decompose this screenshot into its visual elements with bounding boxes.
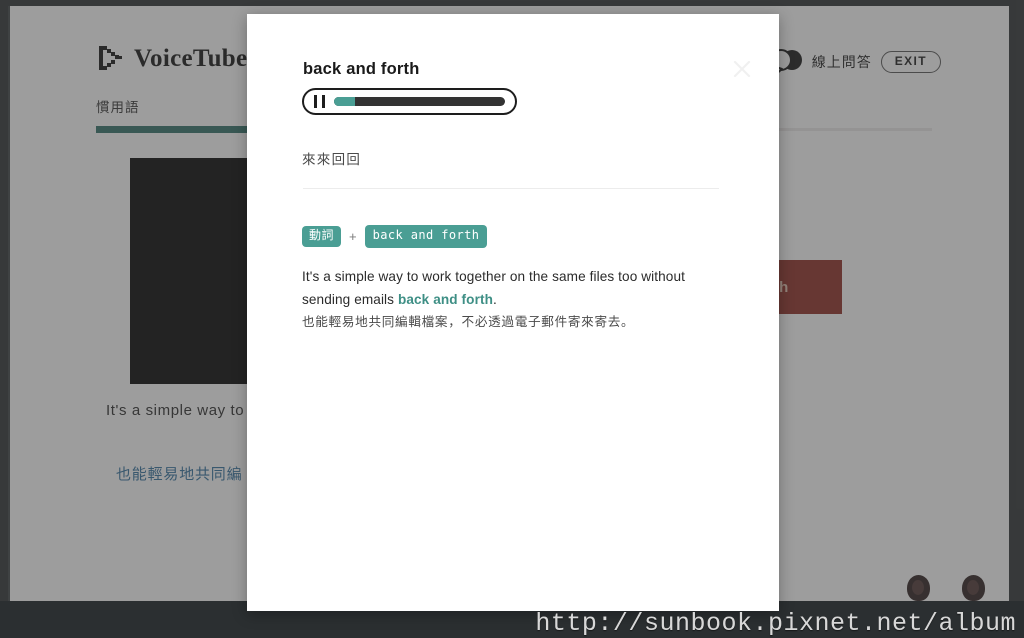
definition-chinese: 來來回回 [302,152,362,167]
tab-idioms-label: 慣用語 [96,100,140,115]
page-title: back and forth [303,60,420,78]
plus-separator: + [349,228,357,244]
header-actions: 線上問答 EXIT [769,48,941,76]
part-of-speech-badge: 動詞 [302,226,342,247]
phrase-badge: back and forth [364,225,488,248]
play-pixel-icon [99,46,122,70]
avatar [907,575,930,601]
example-sentence-chinese: 也能輕易地共同編輯檔案，不必透過電子郵件寄來寄去。 [302,315,635,329]
example-sentence-english: It's a simple way to work together on th… [302,266,722,311]
pause-icon[interactable] [314,95,325,108]
example-en-highlight: back and forth [397,291,494,307]
audio-progress-track [334,97,505,106]
watermark-url: http://sunbook.pixnet.net/album [535,609,1016,638]
tab-idioms[interactable]: 慣用語 [96,96,176,117]
example-en-after: . [493,291,497,307]
audio-progress-bar[interactable] [334,97,505,106]
audio-progress-fill [334,97,355,106]
exit-button[interactable]: EXIT [880,50,941,74]
word-detail-modal: back and forth 來來回回 動詞 + back and forth … [247,14,779,611]
qa-label: 線上問答 [811,54,872,70]
brand-logo[interactable]: VoiceTube [98,44,247,74]
close-icon[interactable] [731,58,753,80]
page-root: VoiceTube 線上問答 EXIT 慣用語 It's a simple wa [0,0,1024,638]
audio-player[interactable] [302,88,517,115]
avatar [962,575,985,601]
grammar-tags: 動詞 + back and forth [302,225,488,248]
brand-name: VoiceTube [134,45,248,72]
section-divider [303,188,719,189]
